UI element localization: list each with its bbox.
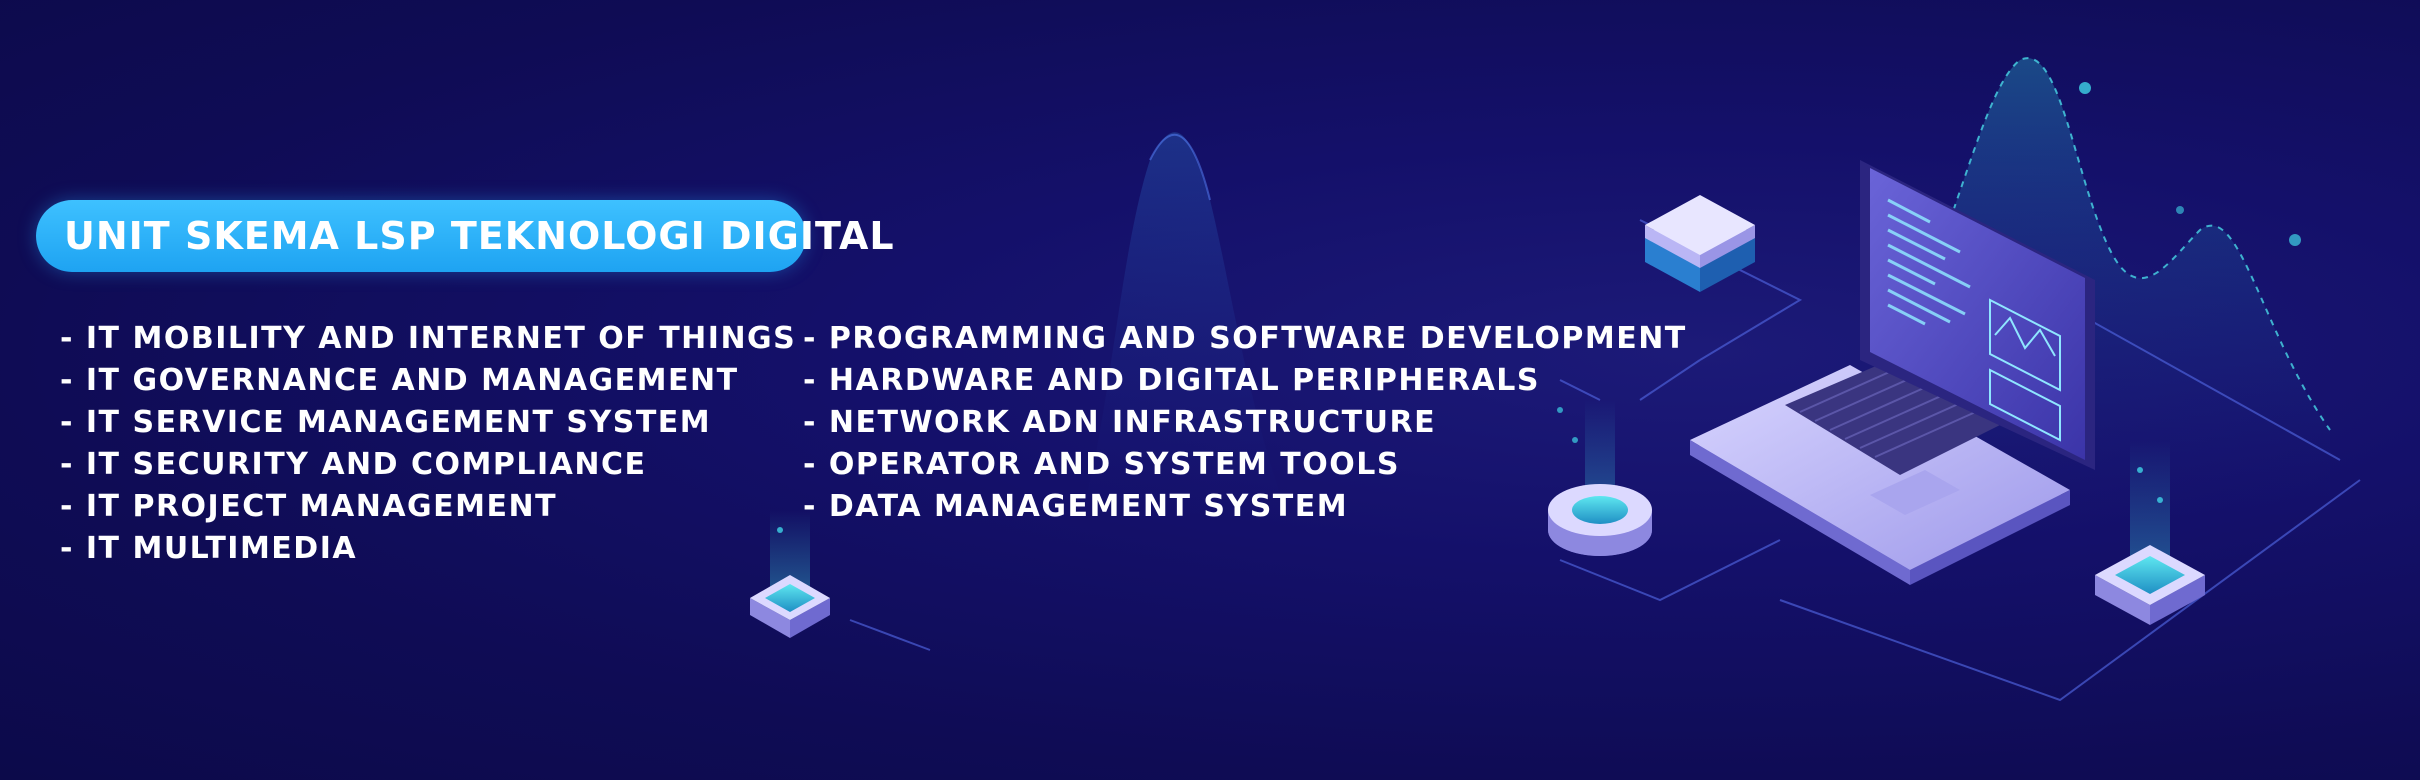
list-item: - IT MULTIMEDIA [60,531,358,566]
section-heading-pill: UNIT SKEMA LSP TEKNOLOGI DIGITAL [36,200,894,272]
list-item: - IT PROJECT MANAGEMENT [60,489,558,524]
list-item: - IT SERVICE MANAGEMENT SYSTEM [60,405,712,440]
list-item: - NETWORK ADN INFRASTRUCTURE [803,405,1437,440]
banner: UNIT SKEMA LSP TEKNOLOGI DIGITAL - IT MO… [0,0,2420,780]
list-item: - OPERATOR AND SYSTEM TOOLS [803,447,1400,482]
section-heading: UNIT SKEMA LSP TEKNOLOGI DIGITAL [64,214,895,258]
list-item: - PROGRAMMING AND SOFTWARE DEVELOPMENT [803,321,1687,356]
laptop-screen [1860,160,2095,470]
list-item: - IT MOBILITY AND INTERNET OF THINGS [60,321,797,356]
list-item: - DATA MANAGEMENT SYSTEM [803,489,1349,524]
right-skill-list: - PROGRAMMING AND SOFTWARE DEVELOPMENT -… [803,318,1687,528]
laptop-base [1690,360,2070,585]
list-item: - HARDWARE AND DIGITAL PERIPHERALS [803,363,1541,398]
left-skill-list: - IT MOBILITY AND INTERNET OF THINGS - I… [60,318,796,570]
list-item: - IT SECURITY AND COMPLIANCE [60,447,647,482]
list-item: - IT GOVERNANCE AND MANAGEMENT [60,363,739,398]
chip-icon [1645,195,1755,292]
chip-icon [2095,440,2205,625]
